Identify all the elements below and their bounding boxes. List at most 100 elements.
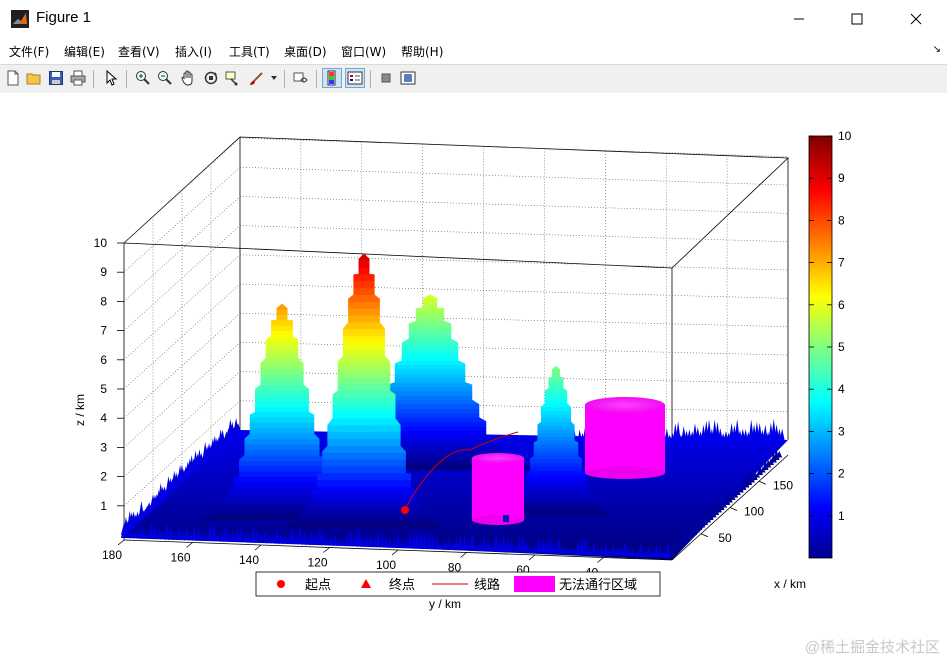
y-tick-label: 100	[376, 558, 396, 572]
insert-colorbar-button[interactable]	[322, 68, 342, 88]
menu-tools[interactable]: 工具(T)	[229, 43, 270, 60]
maximize-button[interactable]	[834, 0, 880, 38]
legend-start-label: 起点	[305, 577, 331, 592]
zoom-out-button[interactable]	[155, 68, 175, 88]
z-tick-label: 2	[100, 470, 107, 484]
peak-slice	[233, 476, 331, 483]
show-plot-tools-icon	[400, 71, 416, 85]
grid-line	[239, 196, 789, 214]
menu-help[interactable]: 帮助(H)	[401, 43, 443, 60]
peak-slice	[541, 406, 571, 412]
figure-canvas[interactable]: 12345678910 180160140120100806040 501001…	[0, 93, 947, 662]
peak-slice	[526, 477, 586, 482]
dock-arrow-icon[interactable]: ↘	[933, 44, 941, 55]
peak-slice	[239, 471, 325, 478]
peak-slice	[265, 352, 299, 359]
peak-slice	[537, 425, 575, 430]
legend-start-marker-icon	[277, 580, 285, 588]
show-plot-tools-button[interactable]	[398, 68, 418, 88]
new-figure-button[interactable]	[3, 68, 23, 88]
peak-slice	[337, 363, 391, 371]
menu-file[interactable]: 文件(F)	[9, 43, 49, 60]
peak-slice	[387, 386, 473, 392]
zoom-in-button[interactable]	[133, 68, 153, 88]
brush-dropdown[interactable]	[268, 68, 280, 88]
z-tick-label: 6	[100, 353, 107, 367]
pan-hand-icon	[181, 70, 193, 86]
peak-slice	[537, 421, 575, 426]
data-cursor-button[interactable]	[223, 68, 243, 88]
zoom-in-icon	[136, 71, 150, 85]
hide-plot-tools-button[interactable]	[376, 68, 396, 88]
z-axis: 1 2 3 4 5 6 7 8 9 10	[94, 236, 124, 513]
peak-slice	[249, 422, 315, 429]
link-plot-button[interactable]	[291, 68, 311, 88]
peak-slice	[552, 365, 560, 371]
y-axis-label: y / km	[429, 597, 461, 611]
peak-slice	[415, 307, 445, 313]
menu-insert[interactable]: 插入(I)	[175, 43, 212, 60]
peak-slice	[260, 379, 304, 386]
peak-slice	[276, 303, 288, 310]
save-icon	[49, 71, 63, 85]
colorbar-tick-label: 9	[838, 171, 845, 185]
save-button[interactable]	[46, 68, 66, 88]
terrain-peaks	[201, 253, 612, 529]
legend[interactable]: 起点 终点 线路 无法通行区域	[255, 571, 661, 597]
menu-edit[interactable]: 编辑(E)	[64, 43, 105, 60]
grid-line	[239, 312, 789, 328]
edit-plot-button[interactable]	[101, 68, 121, 88]
close-button[interactable]	[893, 0, 939, 38]
peak-slice	[265, 341, 299, 348]
peak-slice	[537, 432, 575, 438]
peak-slice	[541, 414, 571, 419]
menu-bar: 文件(F) 编辑(E) 查看(V) 插入(I) 工具(T) 桌面(D) 窗口(W…	[0, 38, 947, 64]
x-axis-label: x / km	[774, 577, 806, 591]
toolbar-separator	[370, 70, 371, 88]
colorbar-tick-label: 4	[838, 382, 845, 396]
print-button[interactable]	[68, 68, 88, 88]
title-bar: Figure 1	[0, 0, 947, 38]
minimize-button[interactable]	[776, 0, 822, 38]
peak-slice	[401, 351, 459, 357]
peak-slice	[380, 408, 480, 414]
peak-slice	[332, 397, 396, 405]
peak-slice	[260, 368, 304, 375]
y-tick-mark	[186, 542, 193, 548]
grid-line	[239, 342, 789, 356]
y-tick-mark	[323, 547, 330, 553]
peak-slice	[519, 496, 593, 501]
peak-slice	[537, 436, 575, 441]
rotate-3d-button[interactable]	[201, 68, 221, 88]
menu-view[interactable]: 查看(V)	[118, 43, 160, 60]
peak-slice	[515, 499, 597, 505]
menu-desktop[interactable]: 桌面(D)	[284, 43, 327, 60]
grid-line	[239, 371, 789, 384]
open-file-icon	[26, 73, 41, 85]
grid-line	[239, 225, 789, 243]
y-tick-mark	[528, 554, 536, 561]
peak-slice	[544, 388, 568, 393]
watermark: @稀土掘金技术社区	[805, 639, 940, 656]
peak-slice	[337, 369, 391, 378]
menu-window[interactable]: 窗口(W)	[341, 43, 386, 60]
toolbar-separator	[93, 70, 94, 88]
y-tick-label: 160	[170, 551, 190, 565]
insert-legend-button[interactable]	[345, 68, 365, 88]
peak-slice	[526, 481, 586, 486]
peak-slice	[408, 325, 452, 331]
peak-slice	[358, 260, 370, 268]
peak-slice	[522, 484, 590, 490]
peak-slice	[260, 357, 304, 364]
colorbar-tick-label: 6	[838, 298, 845, 312]
brush-button[interactable]	[247, 68, 267, 88]
z-tick-label: 9	[100, 265, 107, 279]
x-tick-mark	[758, 480, 767, 485]
pan-button[interactable]	[178, 68, 198, 88]
z-tick-label: 1	[100, 499, 107, 513]
peak-slice	[316, 472, 412, 481]
open-file-button[interactable]	[24, 68, 44, 88]
y-tick-label: 140	[239, 553, 259, 567]
x-tick-mark	[729, 507, 738, 511]
peak-slice	[541, 417, 571, 423]
